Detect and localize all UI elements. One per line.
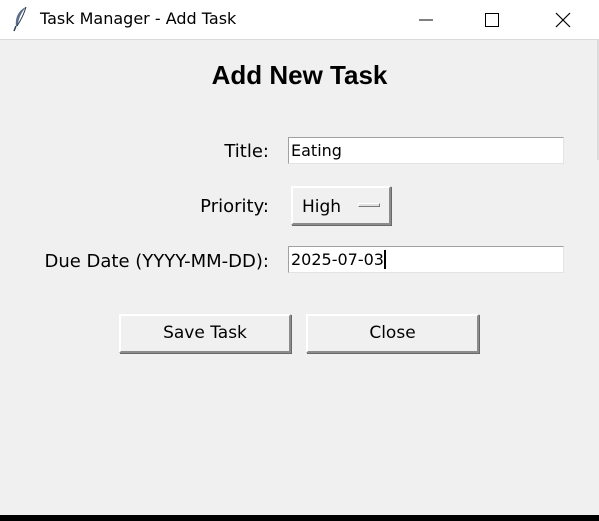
close-window-button[interactable]	[540, 0, 586, 40]
minimize-button[interactable]	[403, 0, 449, 40]
due-date-label: Due Date (YYYY-MM-DD):	[44, 251, 269, 272]
save-task-button[interactable]: Save Task	[119, 314, 291, 353]
window-title: Task Manager - Add Task	[40, 9, 237, 28]
bottom-border	[0, 515, 599, 521]
maximize-icon	[485, 13, 499, 27]
priority-selected-value: High	[302, 197, 342, 217]
due-date-input-value: 2025-07-03	[291, 250, 384, 269]
close-button[interactable]: Close	[306, 314, 479, 353]
priority-dropdown[interactable]: High	[291, 186, 391, 225]
form-area	[0, 40, 599, 515]
priority-label: Priority:	[200, 196, 269, 217]
page-title: Add New Task	[211, 60, 388, 90]
close-icon	[555, 12, 571, 28]
title-input-value: Eating	[291, 141, 342, 160]
dropdown-indicator-icon	[358, 203, 380, 207]
title-input[interactable]: Eating	[288, 137, 564, 164]
maximize-button[interactable]	[469, 0, 515, 40]
feather-icon	[11, 6, 31, 32]
title-bar: Task Manager - Add Task	[0, 0, 599, 40]
text-cursor	[383, 250, 386, 269]
minimize-icon	[419, 19, 433, 21]
due-date-input[interactable]: 2025-07-03	[288, 246, 564, 273]
title-label: Title:	[224, 141, 269, 162]
